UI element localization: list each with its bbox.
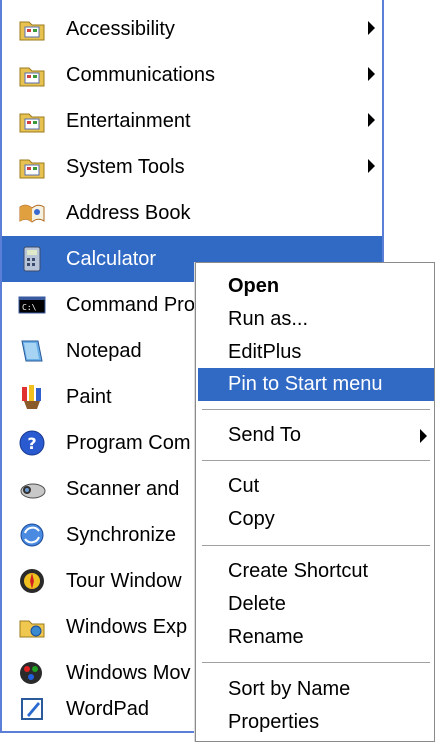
context-item-label: Delete [228, 593, 286, 615]
address-book-icon [19, 204, 45, 223]
context-editplus[interactable]: EditPlus [198, 336, 434, 369]
context-item-label: Properties [228, 711, 320, 733]
help-icon: ? [19, 430, 45, 456]
scanner-icon [20, 483, 46, 499]
tour-icon [20, 569, 44, 593]
context-separator [202, 460, 430, 462]
menu-item-label: Tour Window [66, 570, 182, 592]
menu-item-accessibility[interactable]: Accessibility [2, 6, 382, 52]
context-item-label: Sort by Name [228, 678, 351, 700]
svg-text:?: ? [27, 434, 36, 453]
menu-item-label: System Tools [66, 156, 185, 178]
menu-item-label: Windows Exp [66, 616, 188, 638]
menu-item-label: Accessibility [66, 18, 175, 40]
context-rename[interactable]: Rename [198, 621, 434, 654]
context-copy[interactable]: Copy [198, 503, 434, 536]
menu-item-label: Notepad [66, 340, 142, 362]
context-item-label: Open [228, 275, 280, 297]
menu-item-communications[interactable]: Communications [2, 52, 382, 98]
menu-item-label: Scanner and [66, 478, 180, 500]
menu-item-address-book[interactable]: Address Book [2, 190, 382, 236]
menu-item-label: Address Book [66, 202, 191, 224]
command-prompt-icon: C:\ [18, 296, 46, 314]
context-separator [202, 662, 430, 664]
paint-icon [22, 385, 41, 409]
context-create-shortcut[interactable]: Create Shortcut [198, 555, 434, 588]
context-item-label: Pin to Start menu [228, 373, 383, 395]
context-delete[interactable]: Delete [198, 588, 434, 621]
context-run-as[interactable]: Run as... [198, 303, 434, 336]
folder-icon [19, 21, 45, 41]
menu-item-label: Calculator [66, 248, 157, 270]
calculator-icon [23, 246, 41, 272]
synchronize-icon [20, 523, 44, 547]
context-item-label: EditPlus [228, 341, 302, 363]
menu-item-label: Paint [66, 386, 112, 408]
folder-icon [19, 67, 45, 87]
submenu-arrow-icon [368, 113, 375, 127]
submenu-arrow-icon [368, 21, 375, 35]
explorer-folder-icon [19, 620, 45, 638]
submenu-arrow-icon [420, 429, 427, 443]
context-separator [202, 545, 430, 547]
context-send-to[interactable]: Send To [198, 419, 434, 452]
folder-icon [19, 159, 45, 179]
context-properties[interactable]: Properties [198, 706, 434, 739]
context-item-label: Create Shortcut [228, 560, 369, 582]
svg-text:C:\: C:\ [22, 303, 37, 312]
context-item-label: Cut [228, 475, 260, 497]
context-menu: Open Run as... EditPlus Pin to Start men… [195, 262, 435, 742]
context-item-label: Copy [228, 508, 275, 530]
menu-item-label: Command Pro [66, 294, 195, 316]
menu-item-label: Synchronize [66, 524, 177, 546]
context-pin-to-start-menu[interactable]: Pin to Start menu [198, 368, 434, 401]
movie-maker-icon [20, 662, 42, 684]
menu-item-label: Communications [66, 64, 215, 86]
context-separator [202, 409, 430, 411]
context-sort-by-name[interactable]: Sort by Name [198, 673, 434, 706]
submenu-arrow-icon [368, 67, 375, 81]
context-item-label: Rename [228, 626, 304, 648]
menu-item-label: WordPad [66, 698, 150, 720]
menu-item-system-tools[interactable]: System Tools [2, 144, 382, 190]
menu-item-label: Entertainment [66, 110, 191, 132]
folder-icon [19, 113, 45, 133]
submenu-arrow-icon [368, 159, 375, 173]
notepad-icon [21, 340, 43, 362]
context-cut[interactable]: Cut [198, 470, 434, 503]
wordpad-icon [21, 698, 43, 720]
context-item-label: Run as... [228, 308, 309, 330]
context-open[interactable]: Open [198, 270, 434, 303]
context-item-label: Send To [228, 424, 302, 446]
menu-item-label: Program Com [66, 432, 191, 454]
menu-item-entertainment[interactable]: Entertainment [2, 98, 382, 144]
